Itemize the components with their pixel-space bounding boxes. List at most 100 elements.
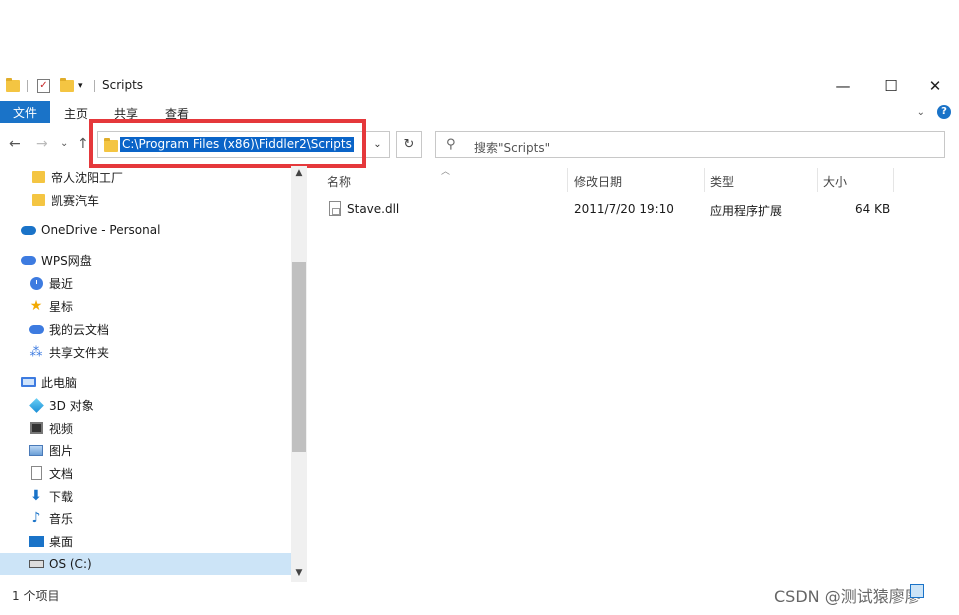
sidebar-item-wps-drive[interactable]: WPS网盘: [0, 249, 291, 271]
sidebar-item-os-drive[interactable]: OS (C:): [0, 553, 291, 575]
tab-file[interactable]: 文件: [0, 101, 50, 123]
file-size: 64 KB: [855, 202, 891, 216]
address-highlight-annotation: [89, 119, 366, 168]
file-type: 应用程序扩展: [710, 204, 783, 218]
sidebar-item-label: WPS网盘: [41, 253, 92, 268]
sidebar-item-label: 帝人沈阳工厂: [51, 170, 124, 185]
this-pc-icon: [20, 374, 36, 390]
sidebar-item-starred[interactable]: ★ 星标: [0, 295, 291, 317]
recent-locations-chevron-icon[interactable]: ⌄: [60, 138, 68, 149]
shared-folder-icon: ⁂: [29, 344, 43, 360]
quick-access-dropdown-icon[interactable]: ▾: [78, 78, 83, 94]
scrollbar-thumb[interactable]: [292, 262, 306, 452]
details-view-icon[interactable]: [910, 584, 924, 598]
column-header-name[interactable]: 名称: [327, 173, 351, 190]
sidebar-item-documents[interactable]: 文档: [0, 462, 291, 484]
file-explorer-window: ✓ ▾ Scripts — ☐ ✕ 文件 主页 共享 查看 ⌄ ? ← → ⌄ …: [0, 0, 959, 615]
folder-icon: [30, 169, 46, 185]
recent-clock-icon: [28, 275, 44, 291]
drive-icon: [28, 556, 44, 572]
column-divider[interactable]: [893, 168, 894, 192]
sidebar-item-label: 桌面: [49, 534, 74, 549]
star-icon: ★: [29, 298, 43, 314]
maximize-button[interactable]: ☐: [868, 72, 914, 100]
minimize-icon[interactable]: —: [820, 72, 866, 100]
sidebar-item-pictures[interactable]: 图片: [0, 439, 291, 461]
toolbar-separator: [94, 80, 95, 92]
sidebar-item-this-pc[interactable]: 此电脑: [0, 371, 291, 393]
sidebar-item-label: 共享文件夹: [49, 345, 110, 360]
cloud-docs-icon: [28, 321, 44, 337]
properties-icon[interactable]: ✓: [37, 78, 50, 94]
search-icon: ⚲: [446, 137, 456, 152]
window-folder-icon: [6, 78, 20, 94]
sidebar-item-label: 文档: [49, 466, 74, 481]
navigation-scrollbar[interactable]: ▲ ▼: [291, 166, 307, 582]
tab-home[interactable]: 主页: [64, 105, 88, 122]
close-button[interactable]: ✕: [912, 72, 958, 100]
video-icon: [28, 420, 44, 436]
file-name: Stave.dll: [347, 202, 400, 216]
sidebar-item-label: 下载: [49, 489, 74, 504]
sidebar-item-shared-folder[interactable]: ⁂ 共享文件夹: [0, 341, 291, 363]
address-dropdown-chevron-icon[interactable]: ⌄: [366, 131, 390, 158]
column-divider[interactable]: [567, 168, 568, 192]
toolbar-separator: [27, 80, 28, 92]
sidebar-item-label: 视频: [49, 421, 74, 436]
sidebar-item-music[interactable]: ♪ 音乐: [0, 507, 291, 529]
sidebar-item-onedrive[interactable]: OneDrive - Personal: [0, 219, 291, 241]
sort-ascending-icon: ︿: [441, 167, 451, 177]
sidebar-item-label: 凯赛汽车: [51, 193, 100, 208]
sidebar-item-recent[interactable]: 最近: [0, 272, 291, 294]
music-icon: ♪: [31, 510, 41, 526]
scroll-up-arrow-icon[interactable]: ▲: [291, 168, 307, 178]
help-icon[interactable]: ?: [937, 105, 951, 119]
documents-icon: [28, 465, 44, 481]
sidebar-item-downloads[interactable]: ⬇ 下载: [0, 485, 291, 507]
column-header-type[interactable]: 类型: [710, 173, 734, 190]
watermark-text: CSDN @测试猿廖廖: [774, 587, 921, 606]
3d-objects-icon: [28, 397, 44, 413]
expand-ribbon-chevron-icon[interactable]: ⌄: [917, 107, 925, 118]
table-row[interactable]: Stave.dll 2011/7/20 19:10 应用程序扩展 64 KB: [325, 198, 915, 220]
up-arrow-icon[interactable]: ↑: [77, 136, 89, 152]
sidebar-item-teijin-shenyang[interactable]: 帝人沈阳工厂: [0, 166, 291, 188]
column-header-size[interactable]: 大小: [823, 173, 847, 190]
sidebar-item-label: 音乐: [49, 511, 74, 526]
sidebar-item-videos[interactable]: 视频: [0, 417, 291, 439]
wps-cloud-icon: [20, 252, 36, 268]
file-list-view: ︿ 名称 修改日期 类型 大小 Stave.dll 2011/7/20 19:1…: [307, 166, 959, 582]
sidebar-item-label: 我的云文档: [49, 322, 110, 337]
back-arrow-icon[interactable]: ←: [9, 136, 21, 152]
window-title: Scripts: [102, 78, 144, 92]
dll-file-icon: [329, 201, 341, 216]
sidebar-item-label: 3D 对象: [49, 398, 94, 413]
sidebar-item-label: 星标: [49, 299, 74, 314]
downloads-icon: ⬇: [30, 488, 42, 504]
navigation-pane: 帝人沈阳工厂 凯赛汽车 OneDrive - Personal WPS网盘 最近…: [0, 166, 307, 582]
column-divider[interactable]: [704, 168, 705, 192]
sidebar-item-kaisai-auto[interactable]: 凯赛汽车: [0, 189, 291, 211]
forward-arrow-icon[interactable]: →: [36, 136, 48, 152]
onedrive-cloud-icon: [20, 222, 36, 238]
desktop-icon: [28, 533, 44, 549]
search-box[interactable]: ⚲ 搜索"Scripts": [435, 131, 945, 158]
item-count: 1 个项目: [12, 589, 60, 603]
column-header-modified[interactable]: 修改日期: [574, 173, 622, 190]
search-input[interactable]: 搜索"Scripts": [474, 139, 550, 156]
title-bar: ✓ ▾ Scripts — ☐ ✕: [0, 72, 959, 100]
scroll-down-arrow-icon[interactable]: ▼: [291, 568, 307, 578]
sidebar-item-label: 图片: [49, 443, 74, 458]
file-modified: 2011/7/20 19:10: [574, 202, 674, 216]
sidebar-item-label: OneDrive - Personal: [41, 223, 161, 237]
new-folder-icon[interactable]: [60, 78, 74, 94]
folder-icon: [30, 192, 46, 208]
refresh-icon[interactable]: ↻: [396, 131, 422, 158]
sidebar-item-cloud-docs[interactable]: 我的云文档: [0, 318, 291, 340]
column-divider[interactable]: [817, 168, 818, 192]
sidebar-item-desktop[interactable]: 桌面: [0, 530, 291, 552]
pictures-icon: [28, 442, 44, 458]
sidebar-item-label: 最近: [49, 276, 74, 291]
sidebar-item-label: OS (C:): [49, 557, 92, 571]
sidebar-item-3d-objects[interactable]: 3D 对象: [0, 394, 291, 416]
